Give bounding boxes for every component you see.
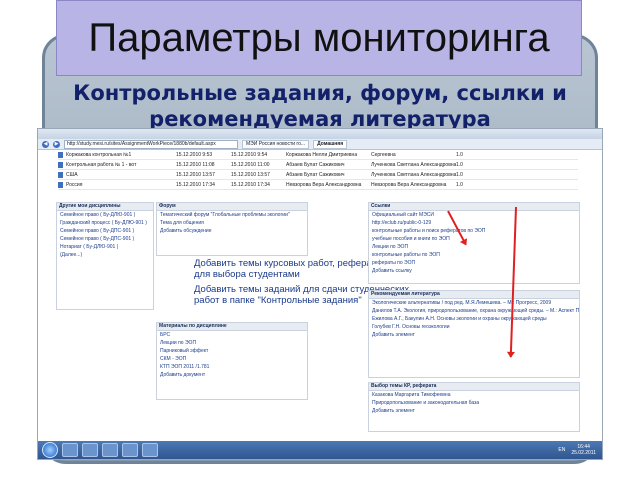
- table-cell-reviewer: Сергеевна: [371, 151, 396, 158]
- language-indicator[interactable]: EN: [558, 447, 565, 453]
- table-cell-score: 1.0: [456, 181, 463, 188]
- table-cell-date1: 15.12.2010 13:57: [176, 171, 215, 178]
- table-cell-date1: 15.12.2010 11:08: [176, 161, 215, 168]
- browser-titlebar: [38, 129, 602, 139]
- system-tray: EN 16:44 25.02.2011: [558, 444, 602, 456]
- clock[interactable]: 16:44 25.02.2011: [571, 444, 596, 456]
- discipline-link[interactable]: Семейное право ( Бу-ДПС-901 ): [57, 227, 153, 235]
- discipline-link[interactable]: (Далее...): [57, 251, 153, 259]
- document-icon: [58, 151, 63, 158]
- document-icon: [58, 181, 63, 188]
- table-cell-date2: 15.12.2010 9:54: [231, 151, 268, 158]
- forum-topic-link[interactable]: Тема для общения: [157, 219, 307, 227]
- discipline-link[interactable]: Гражданский процесс ( Бу-ДЛЮ-901 ): [57, 219, 153, 227]
- literature-item: Данилов Т.А. Экология, природопользовани…: [372, 308, 579, 314]
- table-cell-score: 1.0: [456, 171, 463, 178]
- table-cell-author: Коржакова Нелли Дмитриевна: [286, 151, 358, 158]
- external-link[interactable]: учебные пособия и книги по ЭОП: [369, 235, 579, 243]
- start-button-icon[interactable]: [42, 442, 58, 458]
- document-icon: [58, 161, 63, 168]
- url-field[interactable]: http://study.mesi.ru/sites/AssignmentWor…: [64, 139, 238, 149]
- table-cell-reviewer: Лученкова Светлана Александровна: [371, 161, 456, 168]
- discipline-link[interactable]: Семейное право ( Бу-ДЛЮ-901 ): [57, 211, 153, 219]
- table-row[interactable]: США 15.12.2010 13:57 15.12.2010 13:57 Абзае…: [58, 170, 578, 180]
- panel-title: Форум: [157, 203, 307, 211]
- essay-choice-item: Природопользование и законодательная баз…: [372, 400, 480, 406]
- table-cell-name[interactable]: США: [66, 172, 176, 178]
- table-cell-reviewer: Лученкова Светлана Александровна: [371, 171, 456, 178]
- taskbar-ie-icon[interactable]: [62, 443, 78, 457]
- slide-subtitle: Контрольные задания, форум, ссылки и рек…: [0, 80, 640, 132]
- literature-item: Ежилова А.Г., Бакулин А.Н. Основы эколог…: [372, 316, 547, 322]
- material-link[interactable]: Парниковый эффект: [157, 347, 307, 355]
- add-discussion-link[interactable]: Добавить обсуждение: [157, 227, 307, 235]
- other-disciplines-panel: Другие мои дисциплины Семейное право ( Б…: [56, 202, 154, 310]
- clock-date: 25.02.2011: [571, 450, 596, 456]
- table-row[interactable]: Контрольная работа № 1 - вот 15.12.2010 1…: [58, 160, 578, 170]
- table-cell-author: Невзорова Вера Александровна: [286, 181, 362, 188]
- address-bar: ◀ ▶ http://study.mesi.ru/sites/Assignmen…: [38, 139, 602, 150]
- material-link[interactable]: СКМ - ЭОП: [157, 355, 307, 363]
- essay-choice-item: Казакова Маргарита Тимофеевна: [372, 392, 451, 398]
- literature-panel: Рекомендуемая литература Экологические а…: [368, 290, 580, 378]
- forum-panel: Форум Тематический форум "Глобальные про…: [156, 202, 308, 256]
- table-cell-author: Абзаев Булат Сажикович: [286, 161, 345, 168]
- materials-panel: Материалы по дисциплине БРС Лекции по ЭОП…: [156, 322, 308, 400]
- back-icon[interactable]: ◀: [42, 140, 49, 148]
- external-link[interactable]: контрольные работы по ЭОП: [369, 251, 579, 259]
- add-document-link[interactable]: Добавить документ: [157, 371, 307, 379]
- forum-topic-link[interactable]: Тематический форум "Глобальные проблемы …: [157, 211, 307, 219]
- table-cell-score: 1.0: [456, 161, 463, 168]
- panel-title: Другие мои дисциплины: [57, 203, 153, 211]
- external-link[interactable]: Официальный сайт МЭСИ: [369, 211, 579, 219]
- panel-title: Ссылки: [369, 203, 579, 211]
- add-link-link[interactable]: Добавить ссылку: [369, 267, 579, 275]
- table-cell-score: 1.0: [456, 151, 463, 158]
- external-link[interactable]: контрольные работы и поиск рефератов по …: [369, 227, 579, 235]
- table-cell-author: Абзаев Булат Сажикович: [286, 171, 345, 178]
- literature-item: Голубев Г.Н. Основы геоэкологии: [372, 324, 450, 330]
- tab-news[interactable]: МЭИ Россия новости го...: [242, 139, 310, 149]
- slide-title: Параметры мониторинга: [56, 0, 582, 76]
- assignments-table: Коржакова контрольная №1 15.12.2010 9:53 1…: [58, 150, 578, 190]
- essay-choice-panel: Выбор темы КР, реферата Казакова Маргари…: [368, 382, 580, 432]
- taskbar-media-icon[interactable]: [102, 443, 118, 457]
- table-cell-reviewer: Невзорова Вера Александровна: [371, 181, 447, 188]
- table-cell-date1: 15.12.2010 17:34: [176, 181, 215, 188]
- discipline-link[interactable]: Семейное право ( Бу-ДПС-901 ): [57, 235, 153, 243]
- table-cell-name[interactable]: Контрольная работа № 1 - вот: [66, 162, 176, 168]
- page-content: Коржакова контрольная №1 15.12.2010 9:53 1…: [38, 150, 602, 441]
- external-link[interactable]: рефераты по ЭОП: [369, 259, 579, 267]
- taskbar-word-icon[interactable]: [122, 443, 138, 457]
- panel-title: Материалы по дисциплине: [157, 323, 307, 331]
- links-panel: Ссылки Официальный сайт МЭСИ http://eclub…: [368, 202, 580, 284]
- panel-title: Рекомендуемая литература: [369, 291, 579, 299]
- table-cell-name[interactable]: Коржакова контрольная №1: [66, 152, 176, 158]
- browser-screenshot: ◀ ▶ http://study.mesi.ru/sites/Assignmen…: [37, 128, 603, 460]
- discipline-link[interactable]: Нотариат ( Бу-ДЛЮ-901 ): [57, 243, 153, 251]
- add-element-link[interactable]: Добавить элемент: [369, 407, 579, 415]
- table-cell-date1: 15.12.2010 9:53: [176, 151, 213, 158]
- literature-item: Экологические альтернативы / под ред. М.…: [372, 300, 552, 306]
- external-link[interactable]: Лекции по ЭОП: [369, 243, 579, 251]
- add-literature-link[interactable]: Добавить элемент: [369, 331, 579, 339]
- table-cell-name[interactable]: Россия: [66, 182, 176, 188]
- material-link[interactable]: КТП ЭОП 2011 /1.781: [157, 363, 307, 371]
- material-link[interactable]: БРС: [157, 331, 307, 339]
- taskbar-ppt-icon[interactable]: [142, 443, 158, 457]
- document-icon: [58, 171, 63, 178]
- table-cell-date2: 15.12.2010 11:00: [231, 161, 270, 168]
- tab-home[interactable]: Домашняя: [313, 139, 348, 149]
- table-row[interactable]: Россия 15.12.2010 17:34 15.12.2010 17:34 Не…: [58, 180, 578, 190]
- material-link[interactable]: Лекции по ЭОП: [157, 339, 307, 347]
- table-cell-date2: 15.12.2010 13:57: [231, 171, 270, 178]
- panel-title: Выбор темы КР, реферата: [369, 383, 579, 391]
- taskbar-folder-icon[interactable]: [82, 443, 98, 457]
- subtitle-line-1: Контрольные задания, форум, ссылки и: [73, 81, 567, 105]
- table-cell-date2: 15.12.2010 17:34: [231, 181, 270, 188]
- forward-icon[interactable]: ▶: [53, 140, 60, 148]
- taskbar: EN 16:44 25.02.2011: [38, 441, 602, 459]
- external-link[interactable]: http://eclub.ru/public-0-129: [369, 219, 579, 227]
- table-row[interactable]: Коржакова контрольная №1 15.12.2010 9:53 1…: [58, 150, 578, 160]
